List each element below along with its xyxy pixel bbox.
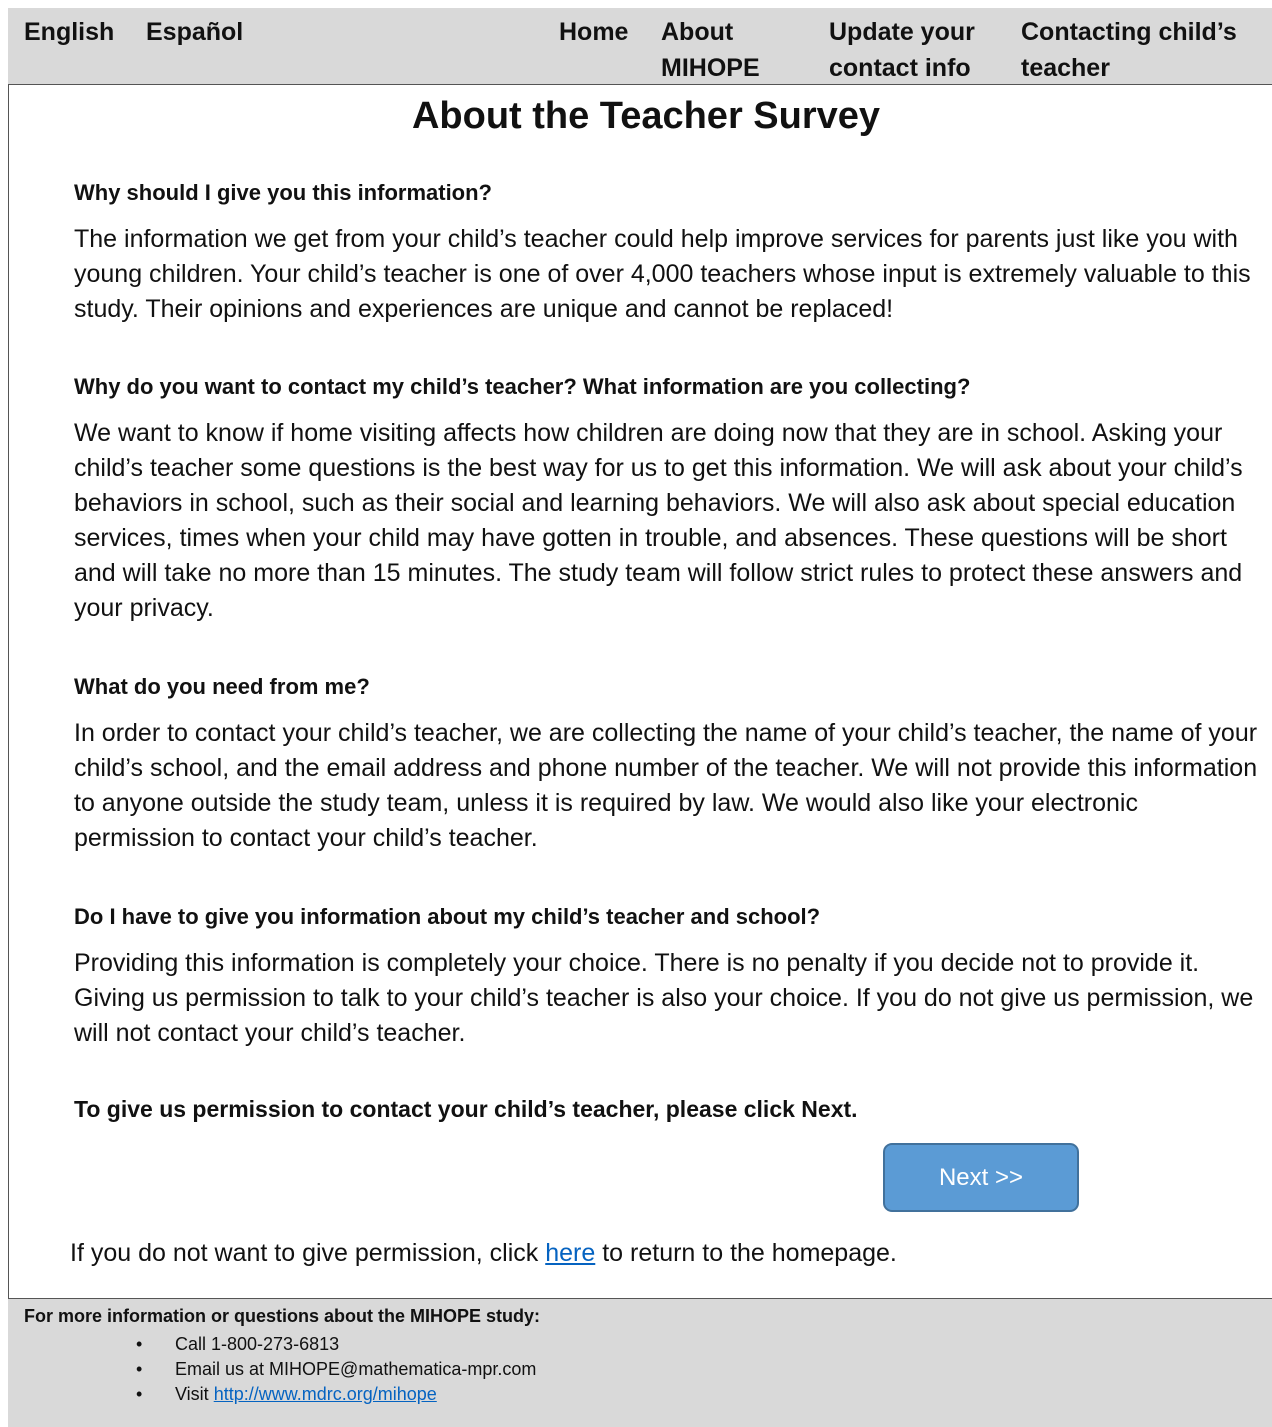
faq-answer: In order to contact your child’s teacher…: [74, 719, 1258, 852]
footer-email-text: Email us at MIHOPE@mathematica-mpr.com: [175, 1359, 537, 1379]
footer-call-text: Call 1-800-273-6813: [175, 1334, 340, 1354]
faq-question: What do you need from me?: [74, 674, 370, 699]
footer-contact-list: • Call 1-800-273-6813 • Email us at MIHOPE…: [8, 1332, 536, 1407]
nav-espanol-link[interactable]: Español: [146, 14, 243, 50]
return-home-link[interactable]: here: [545, 1239, 595, 1267]
faq-answer: The information we get from your child’s…: [74, 225, 1251, 323]
footer-call-item: • Call 1-800-273-6813: [8, 1332, 536, 1357]
bullet-icon: •: [136, 1359, 143, 1379]
footer-website-link[interactable]: http://www.mdrc.org/mihope: [214, 1384, 437, 1404]
faq-question: Why should I give you this information?: [74, 180, 492, 205]
footer: For more information or questions about …: [8, 1298, 1272, 1427]
faq-section: Why do you want to contact my child’s te…: [74, 372, 1264, 626]
nav-english-link[interactable]: English: [24, 14, 114, 50]
footer-visit-item: • Visit http://www.mdrc.org/mihope: [8, 1382, 536, 1407]
top-navigation: English Español Home About MIHOPE Update…: [8, 8, 1272, 85]
nav-home-link[interactable]: Home: [559, 14, 628, 50]
faq-section: What do you need from me? In order to co…: [74, 672, 1264, 856]
nav-contacting-teacher-link[interactable]: Contacting child’s teacher: [1021, 14, 1261, 86]
decline-text: If you do not want to give permission, c…: [70, 1236, 897, 1270]
nav-about-link[interactable]: About MIHOPE: [661, 14, 801, 86]
faq-section: Why should I give you this information? …: [74, 178, 1264, 327]
footer-title: For more information or questions about …: [24, 1306, 541, 1326]
faq-section: Do I have to give you information about …: [74, 902, 1264, 1051]
bullet-icon: •: [136, 1384, 143, 1404]
nav-update-contact-link[interactable]: Update your contact info: [829, 14, 999, 86]
permission-instruction: To give us permission to contact your ch…: [74, 1096, 858, 1122]
footer-visit-prefix: Visit: [175, 1384, 214, 1404]
next-button[interactable]: Next >>: [883, 1143, 1079, 1212]
faq-question: Do I have to give you information about …: [74, 904, 821, 929]
page-title: About the Teacher Survey: [411, 95, 881, 137]
decline-text-after: to return to the homepage.: [595, 1239, 897, 1267]
bullet-icon: •: [136, 1334, 143, 1354]
decline-text-before: If you do not want to give permission, c…: [70, 1239, 546, 1267]
faq-answer: We want to know if home visiting affects…: [74, 419, 1243, 622]
faq-question: Why do you want to contact my child’s te…: [74, 374, 971, 399]
footer-email-item: • Email us at MIHOPE@mathematica-mpr.com: [8, 1357, 536, 1382]
faq-answer: Providing this information is completely…: [74, 949, 1254, 1047]
